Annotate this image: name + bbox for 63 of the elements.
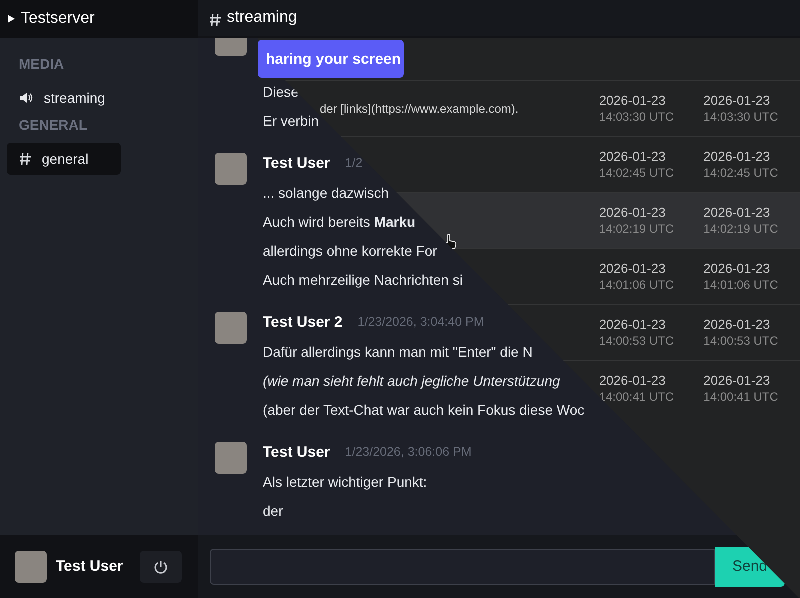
message-text: Auch wird bereits Marku bbox=[263, 213, 416, 232]
section-heading: GENERAL bbox=[18, 117, 88, 135]
power-button[interactable] bbox=[140, 550, 182, 582]
log-time: 14:01:06 UTC bbox=[704, 278, 780, 292]
author-name: Test User bbox=[263, 154, 330, 172]
message-text: Er verbin bbox=[263, 112, 320, 131]
hash-icon bbox=[209, 12, 222, 26]
log-time: 14:01:06 UTC bbox=[599, 278, 676, 292]
message-input[interactable] bbox=[210, 548, 715, 584]
hash-icon bbox=[19, 152, 32, 166]
message-text: (wie man sieht fehlt auch jegliche Unterstützung bbox=[263, 372, 560, 391]
message-text: Dafür allerdings kann man mit "Enter" die N bbox=[263, 343, 533, 362]
log-date: 2026-01-23 bbox=[704, 205, 772, 220]
log-date: 2026-01-23 bbox=[599, 373, 667, 388]
speaker-icon bbox=[19, 91, 34, 105]
author-name: Test User bbox=[263, 444, 330, 460]
channel-item[interactable]: general bbox=[7, 143, 121, 175]
channel-title: streaming bbox=[227, 9, 298, 27]
hand-cursor-icon bbox=[445, 234, 457, 250]
power-icon bbox=[153, 558, 169, 574]
log-time: 14:02:45 UTC bbox=[599, 166, 676, 180]
log-time: 14:03:30 UTC bbox=[599, 110, 676, 124]
log-date: 2026-01-23 bbox=[704, 373, 772, 388]
log-time: 14:00:53 UTC bbox=[704, 334, 780, 348]
log-time: 14:02:19 UTC bbox=[599, 222, 676, 236]
log-date: 2026-01-23 bbox=[599, 317, 667, 332]
log-text: der [links](https://www.example.com). bbox=[320, 102, 519, 116]
caret-icon bbox=[7, 14, 16, 24]
log-time: 14:00:53 UTC bbox=[599, 334, 676, 348]
log-time: 14:00:41 UTC bbox=[704, 390, 780, 404]
server-header[interactable]: Testserver bbox=[0, 0, 198, 38]
avatar-photo bbox=[215, 153, 247, 185]
log-date: 2026-01-23 bbox=[599, 261, 667, 276]
log-time: 14:03:30 UTC bbox=[704, 110, 780, 124]
avatar-photo bbox=[215, 312, 247, 344]
message-text: ... solange dazwisch bbox=[263, 184, 390, 203]
avatar-photo bbox=[15, 550, 47, 582]
log-date: 2026-01-23 bbox=[704, 317, 772, 332]
channel-item[interactable]: streaming bbox=[7, 82, 121, 114]
message-text: Auch mehrzeilige Nachrichten si bbox=[263, 271, 463, 290]
author-name: Test User 2 bbox=[263, 314, 343, 330]
log-time: 14:02:45 UTC bbox=[704, 166, 780, 180]
log-date: 2026-01-23 bbox=[599, 205, 667, 220]
log-date: 2026-01-23 bbox=[704, 261, 772, 276]
message-text: Als letzter wichtiger Punkt: bbox=[263, 473, 428, 492]
message-text: allerdings ohne korrekte For bbox=[263, 242, 438, 261]
section-heading: MEDIA bbox=[18, 56, 66, 74]
log-time: 14:02:19 UTC bbox=[704, 222, 780, 236]
message-time: 1/23/2026, 3:06:06 PM bbox=[345, 445, 472, 459]
log-date: 2026-01-23 bbox=[704, 93, 772, 108]
message-text: der bbox=[263, 502, 284, 521]
user-name: Test User bbox=[56, 558, 124, 575]
log-date: 2026-01-23 bbox=[599, 93, 667, 108]
server-name: Testserver bbox=[21, 10, 95, 28]
message-time: 1/23/2026, 3:04:40 PM bbox=[358, 315, 484, 329]
message-text: Diese bbox=[263, 83, 299, 102]
log-time: 14:00:41 UTC bbox=[599, 390, 676, 404]
log-date: 2026-01-23 bbox=[704, 149, 772, 164]
avatar-photo bbox=[215, 442, 247, 474]
share-screen-button[interactable]: haring your screen bbox=[258, 40, 404, 78]
log-date: 2026-01-23 bbox=[599, 149, 667, 164]
message-time: 1/2 bbox=[345, 156, 363, 170]
message-text: (aber der Text-Chat war auch kein Fokus diese Woc bbox=[263, 401, 585, 420]
